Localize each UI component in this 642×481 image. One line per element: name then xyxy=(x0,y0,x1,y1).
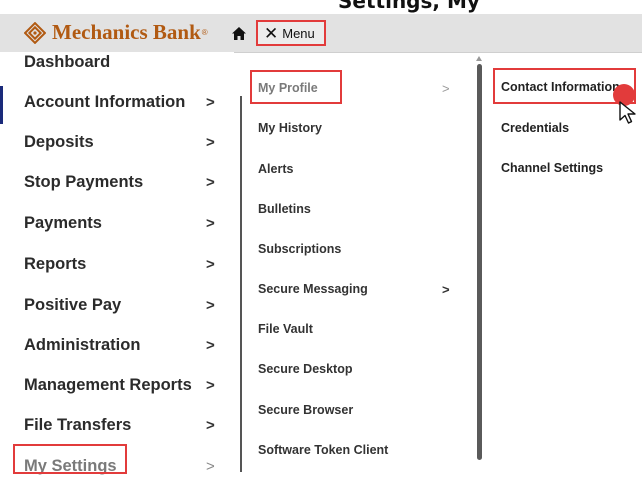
home-icon[interactable] xyxy=(231,26,247,42)
nav-item-deposits[interactable]: Deposits > xyxy=(24,127,232,157)
nav-item-label: Stop Payments xyxy=(24,172,144,191)
submenu-scrollbar[interactable] xyxy=(477,64,482,460)
nav-item-administration[interactable]: Administration > xyxy=(24,330,232,360)
chevron-right-icon: > xyxy=(442,80,450,96)
nav-item-label: Dashboard xyxy=(24,52,111,71)
brand-logo-icon xyxy=(24,21,46,44)
submenu-item-label: Secure Desktop xyxy=(258,362,353,376)
submenu-item-alerts[interactable]: Alerts xyxy=(258,157,468,181)
submenu-item-label: Channel Settings xyxy=(501,161,604,175)
submenu-item-channel-settings[interactable]: Channel Settings xyxy=(501,156,603,180)
chevron-right-icon: > xyxy=(206,214,215,232)
chevron-right-icon: > xyxy=(206,93,215,111)
chevron-right-icon: > xyxy=(206,133,215,151)
my-settings-highlight xyxy=(13,444,127,474)
nav-divider xyxy=(240,96,242,472)
mouse-pointer-icon xyxy=(619,101,636,124)
submenu-item-software-token-client[interactable]: Software Token Client xyxy=(258,438,468,462)
submenu-item-label: Software Token Client xyxy=(258,443,389,457)
nav-item-label: Reports xyxy=(24,254,87,273)
nav-item-label: Management Reports xyxy=(24,375,192,394)
submenu-item-label: File Vault xyxy=(258,322,313,336)
submenu-item-secure-browser[interactable]: Secure Browser xyxy=(258,398,468,422)
nav-item-dashboard[interactable]: Dashboard xyxy=(24,47,232,77)
chevron-right-icon: > xyxy=(442,281,450,297)
submenu-item-label: Secure Messaging xyxy=(258,282,368,296)
caption-strip: Settings, My xyxy=(0,0,642,14)
submenu-item-file-vault[interactable]: File Vault xyxy=(258,317,468,341)
caption-fragment: Settings, My xyxy=(338,0,480,13)
submenu-item-bulletins[interactable]: Bulletins xyxy=(258,197,468,221)
submenu-item-label: Credentials xyxy=(501,121,570,135)
submenu-item-label: Alerts xyxy=(258,162,294,176)
menu-label: Menu xyxy=(282,25,315,41)
chevron-right-icon: > xyxy=(206,296,215,314)
nav-item-management-reports[interactable]: Management Reports > xyxy=(24,370,232,400)
submenu-item-label: Secure Browser xyxy=(258,403,354,417)
nav-item-label: Administration xyxy=(24,335,141,354)
chevron-right-icon: > xyxy=(206,173,215,191)
scroll-up-arrow-icon[interactable] xyxy=(476,56,482,61)
nav-item-reports[interactable]: Reports > xyxy=(24,249,232,279)
nav-item-positive-pay[interactable]: Positive Pay > xyxy=(24,290,232,320)
submenu-item-label: Bulletins xyxy=(258,202,311,216)
chevron-right-icon: > xyxy=(206,416,215,434)
nav-item-account-information[interactable]: Account Information > xyxy=(24,87,232,117)
nav-active-indicator xyxy=(0,86,3,124)
nav-item-label: File Transfers xyxy=(24,415,132,434)
submenu-item-secure-desktop[interactable]: Secure Desktop xyxy=(258,357,468,381)
registered-mark: ® xyxy=(201,28,208,37)
nav-item-label: Account Information xyxy=(24,92,186,111)
brand-logo[interactable]: Mechanics Bank ® xyxy=(24,20,208,45)
close-icon: ✕ xyxy=(264,23,279,43)
submenu-item-label: Subscriptions xyxy=(258,242,342,256)
submenu-item-subscriptions[interactable]: Subscriptions xyxy=(258,237,468,261)
my-profile-highlight xyxy=(250,70,342,104)
nav-item-stop-payments[interactable]: Stop Payments > xyxy=(24,167,232,197)
submenu-item-label: My History xyxy=(258,121,322,135)
brand-name: Mechanics Bank xyxy=(52,20,201,44)
nav-item-label: Payments xyxy=(24,213,102,232)
nav-item-label: Positive Pay xyxy=(24,295,122,314)
nav-item-payments[interactable]: Payments > xyxy=(24,208,232,238)
menu-toggle-button[interactable]: ✕ Menu xyxy=(256,20,326,46)
submenu-item-secure-messaging[interactable]: Secure Messaging > xyxy=(258,277,468,301)
nav-item-file-transfers[interactable]: File Transfers > xyxy=(24,410,232,440)
chevron-right-icon: > xyxy=(206,336,215,354)
chevron-right-icon: > xyxy=(206,255,215,273)
chevron-right-icon: > xyxy=(206,376,215,394)
nav-item-label: Deposits xyxy=(24,132,94,151)
submenu-item-my-history[interactable]: My History xyxy=(258,116,468,140)
submenu-item-credentials[interactable]: Credentials xyxy=(501,116,569,140)
